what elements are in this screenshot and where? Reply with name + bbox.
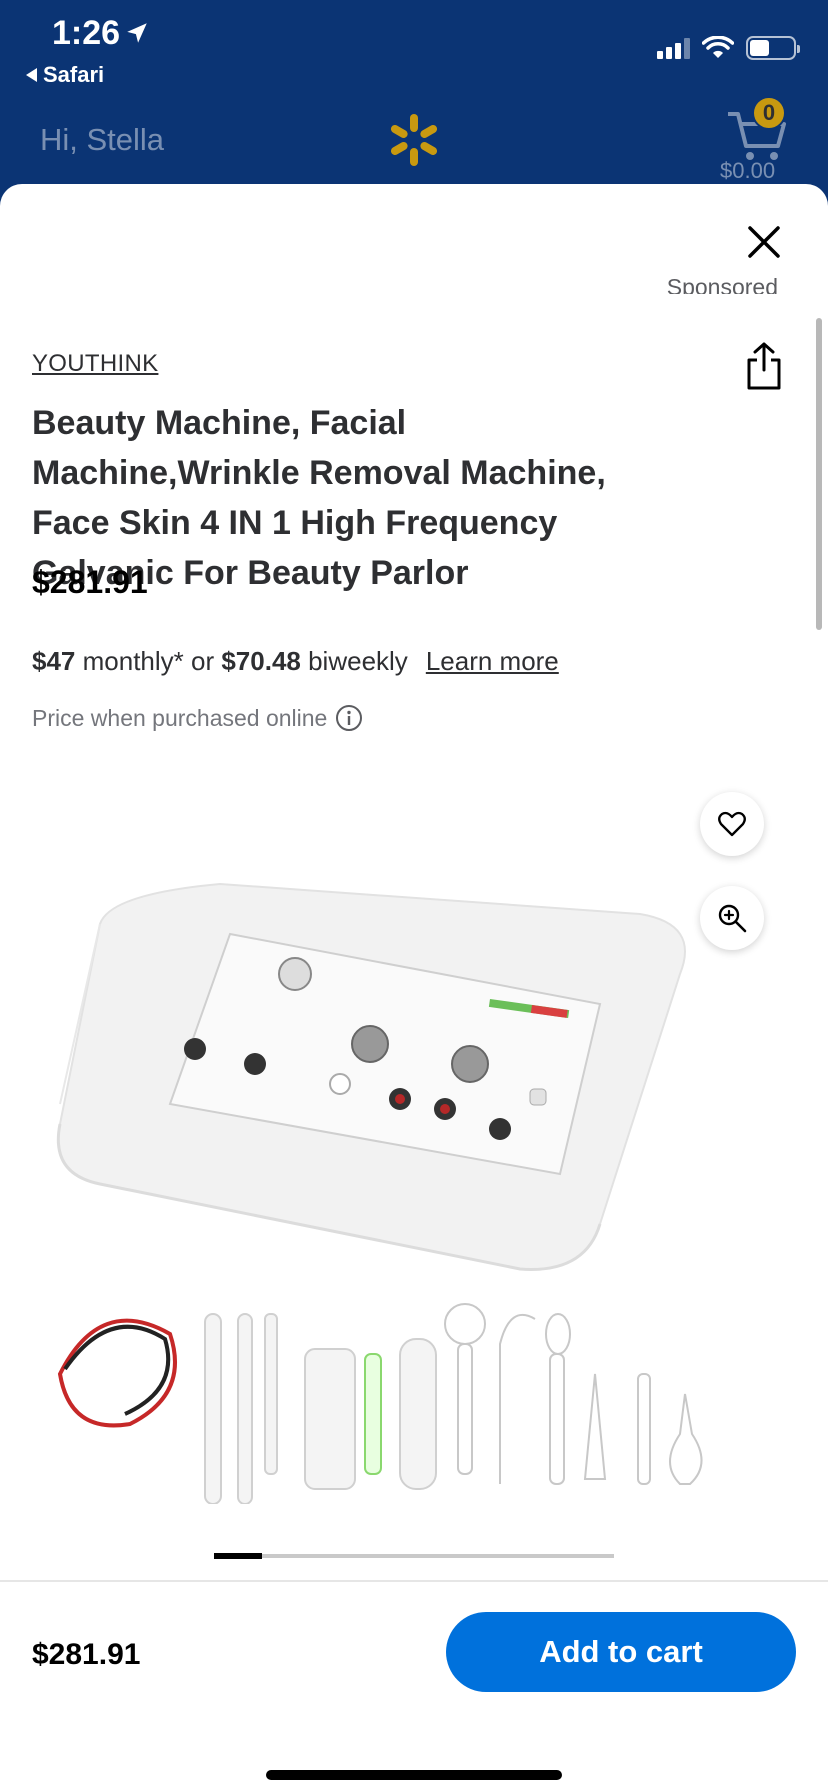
battery-level <box>750 40 769 56</box>
cart-count-badge: 0 <box>752 96 786 130</box>
bottom-bar: $281.91 Add to cart <box>0 1580 828 1792</box>
system-icons <box>657 36 800 60</box>
status-bar: 1:26 Safari <box>0 0 828 100</box>
learn-more-link[interactable]: Learn more <box>426 646 559 677</box>
favorite-button[interactable] <box>700 792 764 856</box>
location-arrow-icon <box>127 23 147 43</box>
financing-offer: $47 monthly* or $70.48 biweekly Learn mor… <box>32 646 559 677</box>
back-to-safari[interactable]: Safari <box>26 62 104 88</box>
price-note: Price when purchased online <box>32 704 363 732</box>
biweekly-amount: $70.48 <box>221 646 301 676</box>
battery-icon <box>746 36 800 60</box>
heart-icon <box>718 811 746 837</box>
scrollbar[interactable] <box>816 318 822 630</box>
bottom-price: $281.91 <box>32 1638 141 1671</box>
product-image[interactable] <box>40 774 800 1504</box>
monthly-text: monthly* or <box>75 646 222 676</box>
product-sheet: Sponsored YOUTHINK Beauty Machine, Facia… <box>0 184 828 1792</box>
biweekly-text: biweekly <box>300 646 408 676</box>
brand-link[interactable]: YOUTHINK <box>32 350 158 378</box>
cart-total: $0.00 <box>720 158 776 183</box>
status-time: 1:26 <box>52 14 121 52</box>
zoom-in-icon <box>718 904 747 933</box>
sponsored-label: Sponsored <box>666 274 778 294</box>
add-to-cart-button[interactable]: Add to cart <box>446 1612 796 1692</box>
wifi-icon <box>702 36 734 58</box>
zoom-button[interactable] <box>700 886 764 950</box>
signal-icon <box>657 37 690 59</box>
greeting[interactable]: Hi, Stella <box>40 122 164 158</box>
price-note-text: Price when purchased online <box>32 704 328 731</box>
home-indicator[interactable] <box>266 1770 562 1780</box>
carousel-indicator-track <box>214 1554 614 1558</box>
back-app-label: Safari <box>43 62 105 87</box>
share-icon[interactable] <box>742 340 786 392</box>
walmart-spark-icon[interactable] <box>386 112 442 168</box>
product-price: $281.91 <box>32 564 148 600</box>
back-arrow-icon <box>26 68 37 82</box>
info-icon[interactable] <box>335 704 363 732</box>
close-icon[interactable] <box>740 218 788 266</box>
monthly-amount: $47 <box>32 646 76 676</box>
carousel-indicator <box>214 1553 262 1559</box>
